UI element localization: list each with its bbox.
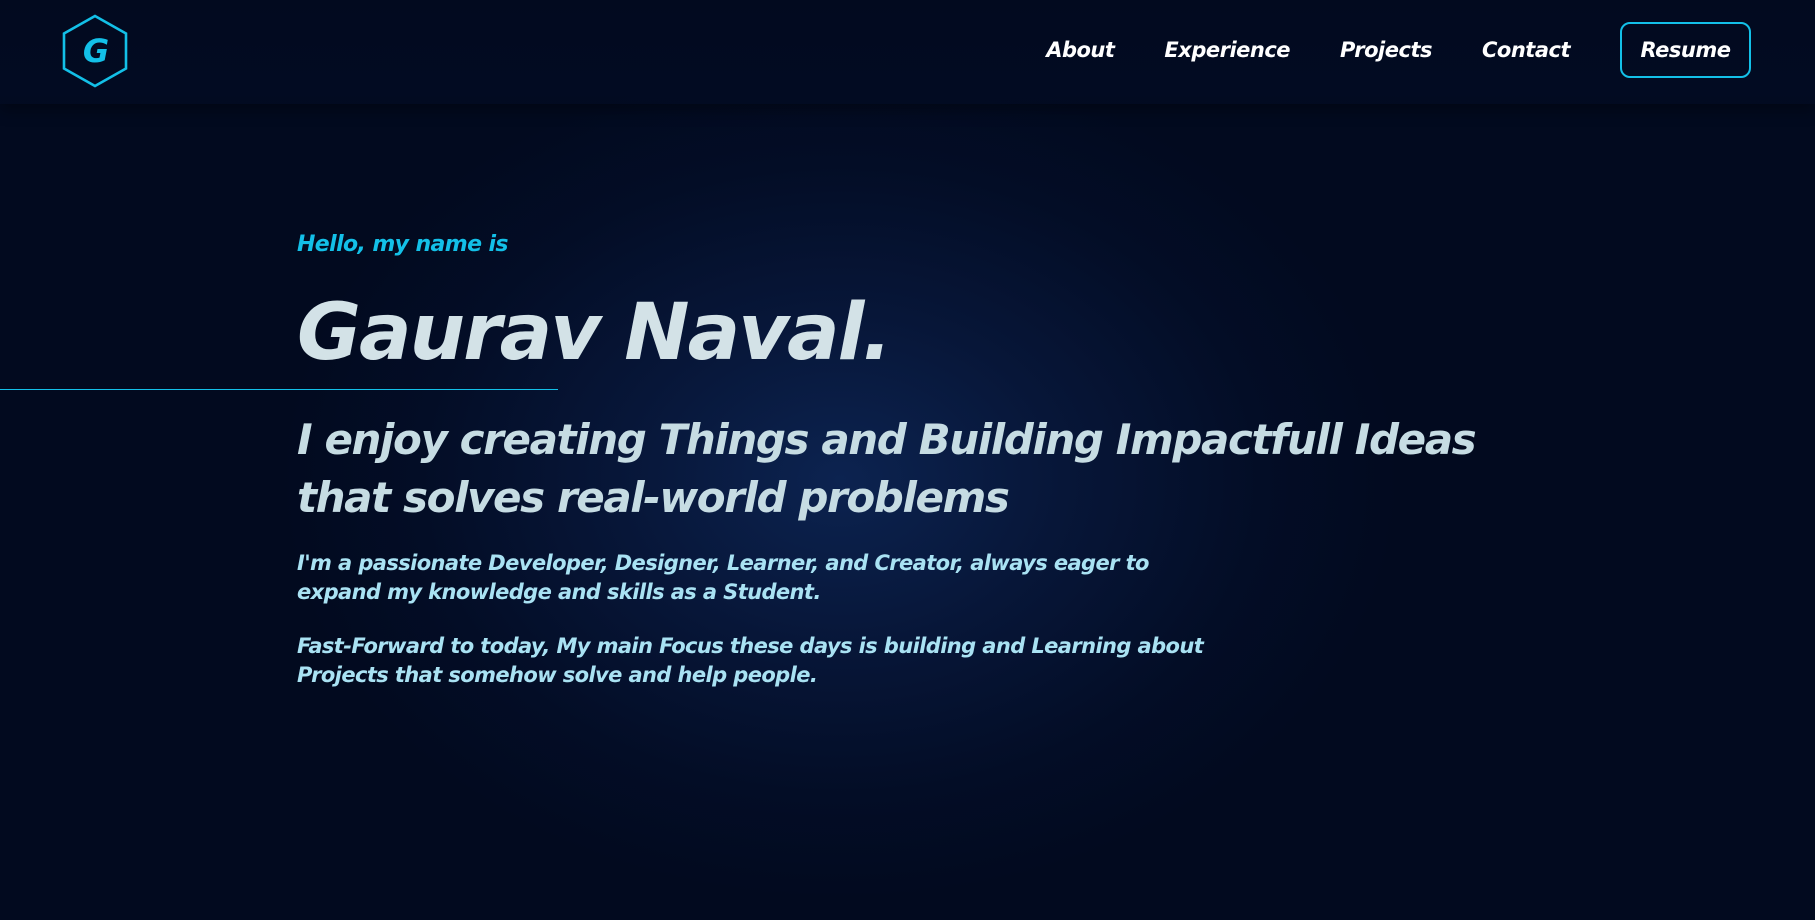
hero-name: Gaurav Naval. [297,288,892,378]
logo[interactable]: G [61,14,129,88]
logo-letter: G [82,32,110,70]
focus-paragraph: Fast-Forward to today, My main Focus the… [297,634,1204,687]
nav-links: About Experience Projects Contact Resume [1046,22,1751,78]
greeting-text: Hello, my name is [297,232,509,257]
intro-paragraph: I'm a passionate Developer, Designer, Le… [297,551,1149,604]
navbar: G About Experience Projects Contact Resu… [0,0,1815,104]
nav-link-experience[interactable]: Experience [1164,38,1290,62]
hero-section: Hello, my name is Gaurav Naval. I enjoy … [297,225,1557,687]
hero-tagline: I enjoy creating Things and Building Imp… [297,415,1477,522]
resume-button[interactable]: Resume [1620,22,1751,78]
name-underline [0,389,558,390]
nav-link-projects[interactable]: Projects [1340,38,1432,62]
nav-link-contact[interactable]: Contact [1482,38,1571,62]
nav-link-about[interactable]: About [1046,38,1115,62]
